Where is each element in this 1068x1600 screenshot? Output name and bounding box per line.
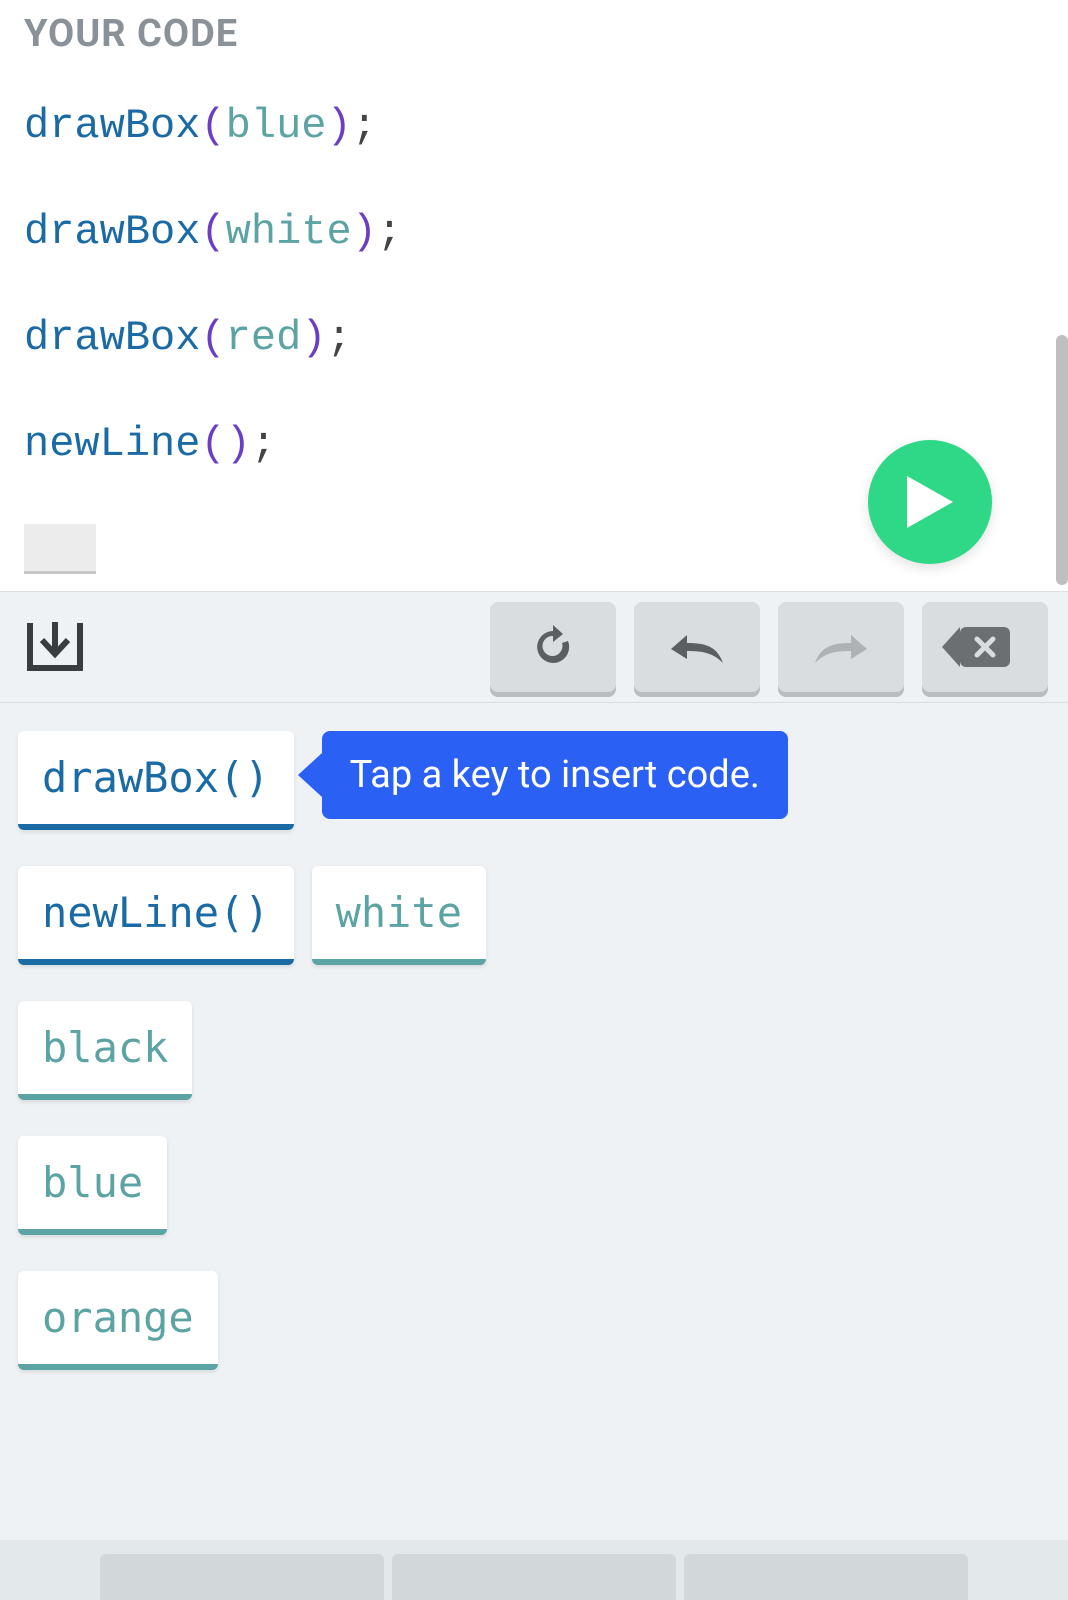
bottom-tab[interactable] bbox=[392, 1554, 676, 1600]
key-orange[interactable]: orange bbox=[18, 1271, 218, 1370]
token-semicolon: ; bbox=[352, 102, 377, 150]
token-paren-close: ) bbox=[226, 420, 251, 468]
token-function: drawBox bbox=[24, 208, 200, 256]
code-editor-panel: YOUR CODE drawBox(blue); drawBox(white);… bbox=[0, 0, 1068, 580]
code-line[interactable]: drawBox(red); bbox=[24, 308, 1044, 369]
key-blue[interactable]: blue bbox=[18, 1136, 167, 1235]
token-function: drawBox bbox=[24, 314, 200, 362]
bottom-tab-bar bbox=[0, 1540, 1068, 1600]
delete-button[interactable] bbox=[922, 602, 1048, 692]
token-function: drawBox bbox=[24, 102, 200, 150]
token-paren-close: ) bbox=[301, 314, 326, 362]
cursor-slot[interactable] bbox=[24, 524, 96, 574]
import-button[interactable] bbox=[20, 617, 90, 677]
key-white[interactable]: white bbox=[312, 866, 486, 965]
import-icon bbox=[26, 622, 84, 672]
token-paren-open: ( bbox=[200, 208, 225, 256]
play-icon bbox=[907, 476, 953, 528]
scrollbar[interactable] bbox=[1056, 335, 1068, 585]
code-line[interactable]: drawBox(blue); bbox=[24, 96, 1044, 157]
reset-button[interactable] bbox=[490, 602, 616, 692]
redo-button[interactable] bbox=[778, 602, 904, 692]
undo-button[interactable] bbox=[634, 602, 760, 692]
key-drawbox[interactable]: drawBox() bbox=[18, 731, 294, 830]
token-semicolon: ; bbox=[377, 208, 402, 256]
code-line[interactable]: drawBox(white); bbox=[24, 202, 1044, 263]
key-newline[interactable]: newLine() bbox=[18, 866, 294, 965]
token-paren-open: ( bbox=[200, 314, 225, 362]
token-argument: red bbox=[226, 314, 302, 362]
bottom-tab[interactable] bbox=[100, 1554, 384, 1600]
code-key-panel: drawBox() Tap a key to insert code. newL… bbox=[0, 703, 1068, 1600]
section-title: YOUR CODE bbox=[24, 12, 1044, 56]
token-paren-open: ( bbox=[200, 102, 225, 150]
token-paren-close: ) bbox=[352, 208, 377, 256]
bottom-tab[interactable] bbox=[684, 1554, 968, 1600]
token-paren-open: ( bbox=[200, 420, 225, 468]
token-semicolon: ; bbox=[251, 420, 276, 468]
token-function: newLine bbox=[24, 420, 200, 468]
hint-tooltip: Tap a key to insert code. bbox=[322, 731, 788, 819]
token-argument: blue bbox=[226, 102, 327, 150]
run-button[interactable] bbox=[868, 440, 992, 564]
reset-icon bbox=[531, 625, 575, 669]
token-argument: white bbox=[226, 208, 352, 256]
token-semicolon: ; bbox=[327, 314, 352, 362]
key-black[interactable]: black bbox=[18, 1001, 192, 1100]
token-paren-close: ) bbox=[326, 102, 351, 150]
editor-toolbar bbox=[0, 591, 1068, 703]
undo-icon bbox=[669, 631, 725, 663]
backspace-icon bbox=[960, 627, 1010, 667]
redo-icon bbox=[813, 631, 869, 663]
